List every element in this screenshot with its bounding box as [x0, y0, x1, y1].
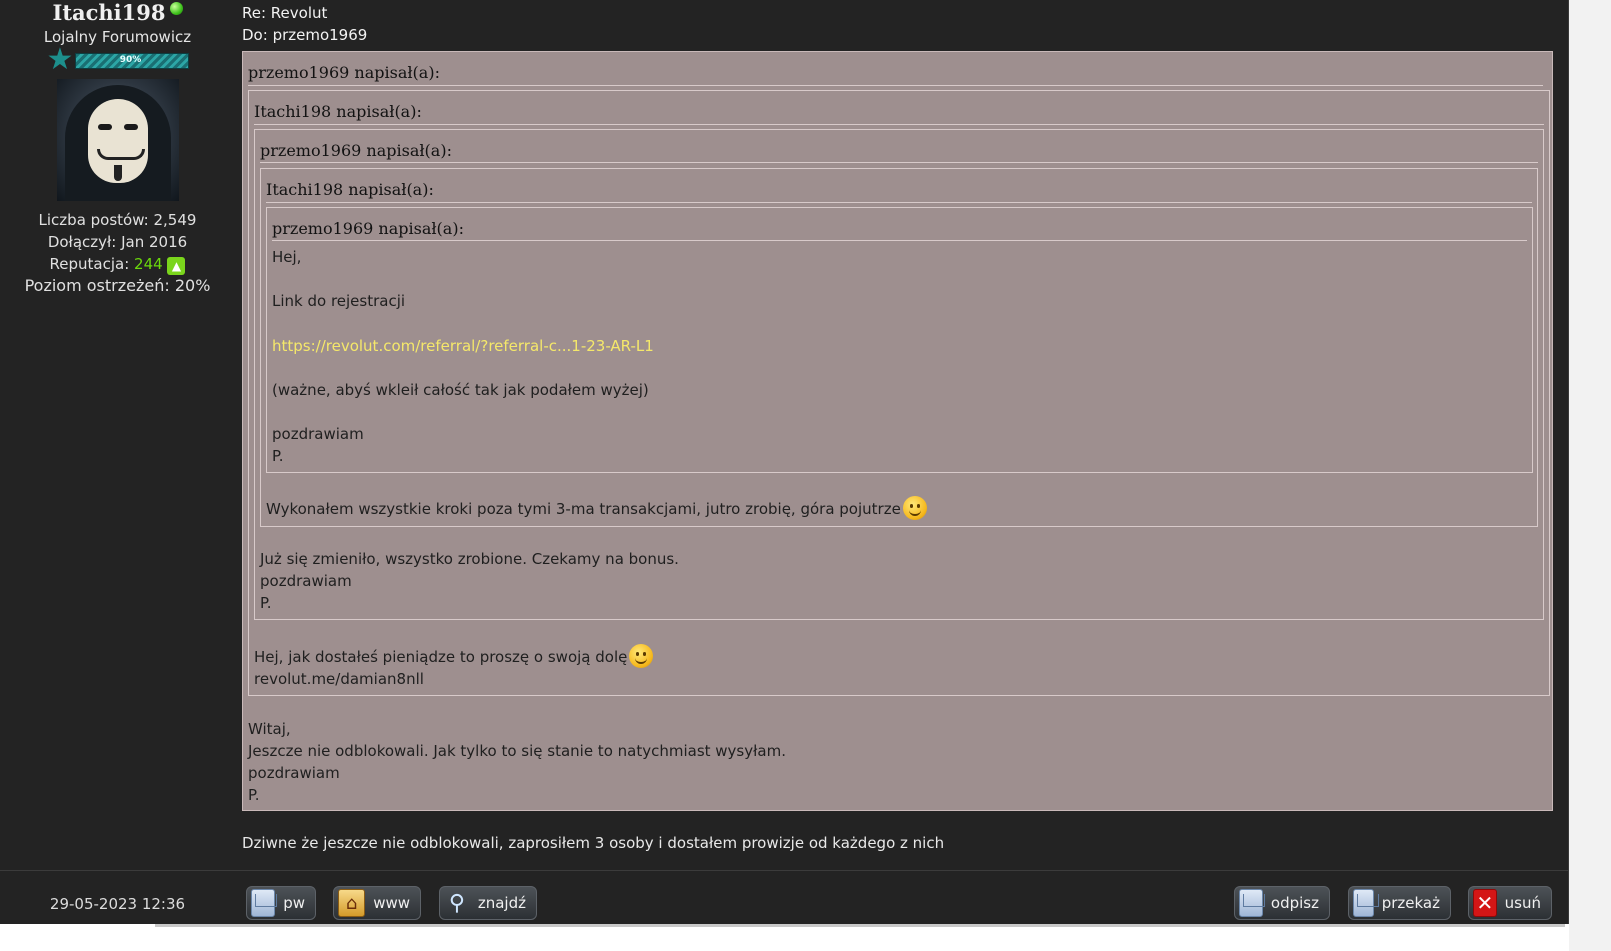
quote-5-line: Hej, — [272, 248, 302, 266]
reply-button-label: odpisz — [1270, 894, 1319, 912]
quote-3-header: przemo1969 napisał(a): — [260, 141, 452, 160]
message-body: Dziwne że jeszcze nie odblokowali, zapro… — [242, 834, 945, 852]
join-date: Dołączył: Jan 2016 — [47, 233, 188, 251]
reputation-row: Reputacja: 244 ▲ — [0, 253, 235, 275]
username-row: Itachi198 — [0, 1, 235, 25]
star-icon: ★ — [46, 42, 74, 77]
quote-4-text: Wykonałem wszystkie kroki poza tymi 3-ma… — [266, 500, 901, 518]
quote-2-text: Hej, jak dostałeś pieniądze to proszę o … — [254, 648, 628, 666]
search-icon: ⚲ — [448, 890, 465, 916]
warning-level: Poziom ostrzeżeń: 20% — [24, 276, 211, 295]
quote-2-body: Hej, jak dostałeś pieniądze to proszę o … — [254, 644, 654, 668]
rank-title: Lojalny Forumowicz — [43, 28, 192, 46]
quote-4-divider — [266, 202, 1532, 203]
page-margin-bottom — [0, 924, 1569, 951]
quote-level-5: przemo1969 napisał(a): Hej, Link do reje… — [266, 207, 1533, 473]
delete-button-label: usuń — [1504, 894, 1541, 912]
quote-1-divider — [248, 85, 1543, 86]
forward-button-label: przekaż — [1381, 894, 1440, 912]
message-subject: Re: Revolut — [242, 4, 328, 22]
quote-3-line: Już się zmieniło, wszystko zrobione. Cze… — [260, 550, 679, 568]
rank-progress-label: 90% — [119, 55, 142, 65]
quote-4-body: Wykonałem wszystkie kroki poza tymi 3-ma… — [266, 496, 927, 520]
quote-3-line: P. — [260, 594, 272, 612]
avatar-beard — [113, 165, 122, 181]
www-button-label: www — [373, 894, 410, 912]
avatar-eye-left — [97, 124, 112, 130]
quote-5-line: pozdrawiam — [272, 425, 364, 443]
quote-1-line: pozdrawiam — [248, 764, 340, 782]
www-button[interactable]: ⌂ www — [333, 886, 421, 920]
quote-level-4: Itachi198 napisał(a): przemo1969 napisał… — [260, 168, 1538, 527]
pw-button-label: pw — [283, 894, 305, 912]
quote-1-line: Witaj, — [248, 720, 291, 738]
author-profile: Itachi198 Lojalny Forumowicz ★ 90% Liczb… — [0, 0, 235, 870]
quote-2-divider — [254, 124, 1544, 125]
quote-level-1: przemo1969 napisał(a): Itachi198 napisał… — [242, 51, 1553, 811]
rank-progress: ★ 90% — [46, 42, 189, 77]
quote-1-line: P. — [248, 786, 260, 804]
horizontal-scrollbar[interactable] — [155, 924, 1565, 927]
quote-5-divider — [272, 240, 1527, 241]
home-icon: ⌂ — [338, 889, 366, 917]
avatar-moustache — [96, 149, 145, 160]
quote-5-line: P. — [272, 447, 284, 465]
author-stats: Liczba postów: 2,549 Dołączył: Jan 2016 … — [0, 209, 235, 297]
find-button-label: znajdź — [477, 894, 526, 912]
thumbs-up-icon[interactable]: ▲ — [167, 257, 186, 275]
referral-link[interactable]: https://revolut.com/referral/?referral-c… — [272, 335, 654, 357]
reputation-label: Reputacja: — [49, 255, 130, 273]
envelope-pencil-icon — [1239, 889, 1263, 917]
avatar[interactable] — [56, 79, 179, 201]
quote-2-header: Itachi198 napisał(a): — [254, 102, 422, 121]
quote-5-header: przemo1969 napisał(a): — [272, 219, 464, 238]
pw-button[interactable]: pw — [246, 886, 316, 920]
smiley-icon — [629, 644, 654, 668]
quote-3-divider — [260, 162, 1538, 163]
quote-level-2: Itachi198 napisał(a): przemo1969 napisał… — [248, 90, 1550, 696]
quote-1-header: przemo1969 napisał(a): — [248, 63, 440, 82]
delete-x-icon: ✕ — [1473, 889, 1497, 917]
forward-button[interactable]: przekaż — [1348, 886, 1451, 920]
avatar-eye-right — [123, 124, 138, 130]
reputation-value: 244 — [134, 255, 163, 273]
message-panel: Itachi198 Lojalny Forumowicz ★ 90% Liczb… — [0, 0, 1569, 924]
smiley-icon — [902, 496, 927, 520]
page-margin-right — [1569, 0, 1611, 951]
quote-2-line: revolut.me/damian8nll — [254, 670, 424, 688]
recipient-label: Do: — [242, 26, 273, 44]
post-timestamp: 29-05-2023 12:36 — [49, 895, 186, 913]
find-button[interactable]: ⚲ znajdź — [439, 886, 537, 920]
message-header: Re: Revolut Do: przemo1969 — [242, 2, 367, 46]
envelope-forward-icon — [1353, 889, 1374, 917]
post-count: Liczba postów: 2,549 — [38, 211, 197, 229]
reply-button[interactable]: odpisz — [1234, 886, 1330, 920]
quote-level-3: przemo1969 napisał(a): Itachi198 napisał… — [254, 129, 1544, 620]
message-recipient: Do: przemo1969 — [242, 24, 367, 46]
quote-5-line: (ważne, abyś wkleił całość tak jak podał… — [272, 381, 649, 399]
username[interactable]: Itachi198 — [53, 0, 166, 25]
recipient-name[interactable]: przemo1969 — [273, 26, 368, 44]
quote-4-header: Itachi198 napisał(a): — [266, 180, 434, 199]
delete-button[interactable]: ✕ usuń — [1468, 886, 1552, 920]
footer-divider — [0, 870, 1568, 871]
online-status-icon — [169, 2, 183, 15]
envelope-icon — [251, 889, 276, 917]
quote-1-line: Jeszcze nie odblokowali. Jak tylko to si… — [248, 742, 786, 760]
quote-3-line: pozdrawiam — [260, 572, 352, 590]
quote-5-line: Link do rejestracji — [272, 292, 406, 310]
